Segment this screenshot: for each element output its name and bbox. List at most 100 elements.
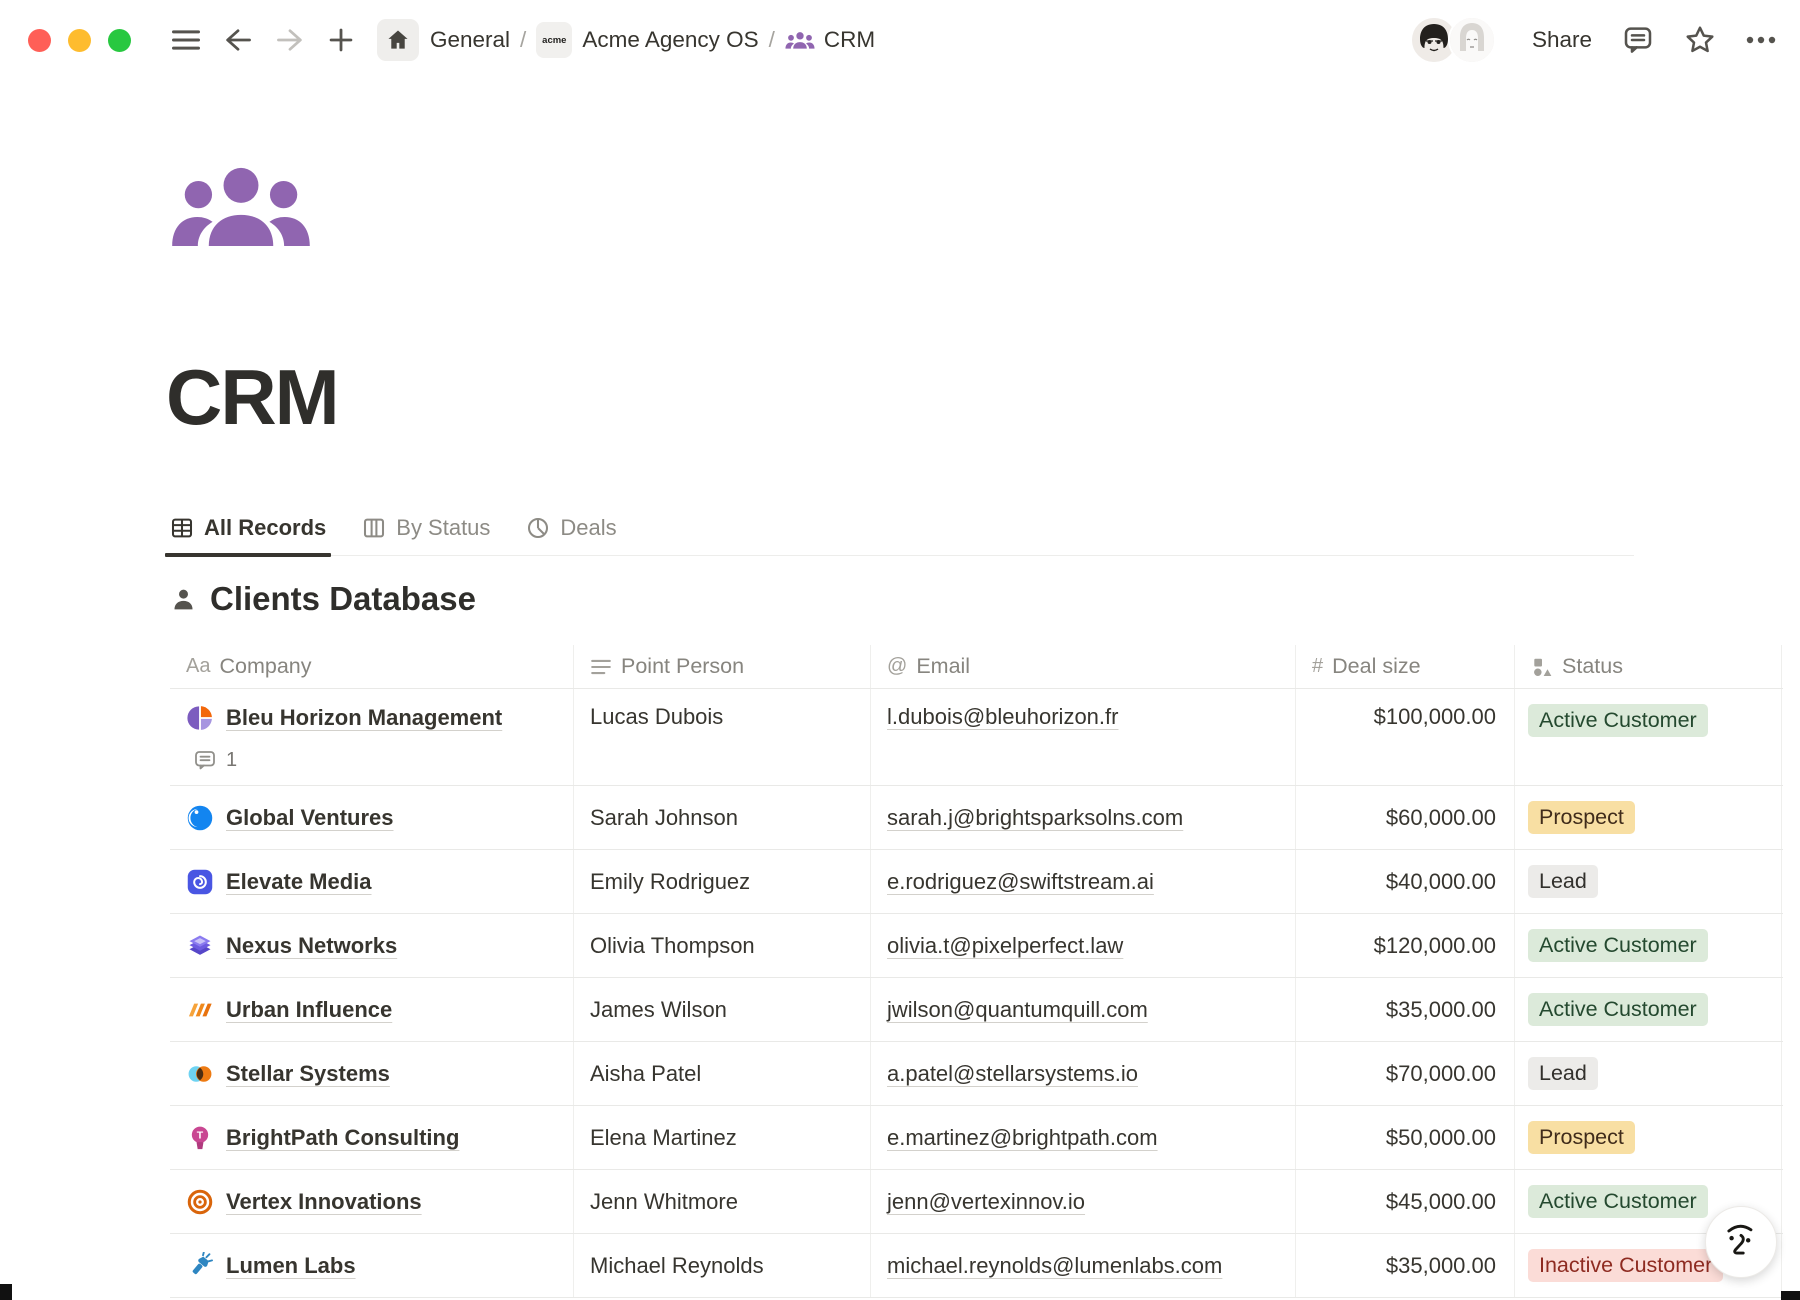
deal-size-cell[interactable]: $60,000.00 bbox=[1296, 786, 1515, 849]
comment-indicator[interactable]: 1 bbox=[193, 748, 237, 772]
email-link[interactable]: l.dubois@bleuhorizon.fr bbox=[887, 704, 1118, 730]
company-link[interactable]: Urban Influence bbox=[186, 996, 392, 1024]
email-cell[interactable]: e.rodriguez@swiftstream.ai bbox=[871, 850, 1296, 913]
ai-face-button[interactable] bbox=[1705, 1206, 1777, 1278]
company-cell[interactable]: TBrightPath Consulting bbox=[170, 1106, 574, 1169]
status-badge[interactable]: Prospect bbox=[1528, 801, 1635, 834]
point-person-cell[interactable]: Emily Rodriguez bbox=[574, 850, 871, 913]
column-header-company[interactable]: Aa Company bbox=[170, 645, 574, 688]
comments-icon[interactable] bbox=[1622, 24, 1654, 56]
sidebar-menu-icon[interactable] bbox=[171, 27, 201, 53]
status-cell[interactable]: Lead bbox=[1515, 850, 1782, 913]
tab-deals[interactable]: Deals bbox=[526, 500, 616, 555]
avatar-collaborator-2[interactable] bbox=[1448, 16, 1496, 64]
breadcrumb-workspace[interactable]: Acme Agency OS bbox=[582, 27, 758, 53]
page-title[interactable]: CRM bbox=[166, 352, 338, 443]
back-arrow-icon[interactable] bbox=[223, 26, 253, 54]
status-cell[interactable]: Active Customer bbox=[1515, 978, 1782, 1041]
email-link[interactable]: e.rodriguez@swiftstream.ai bbox=[887, 869, 1154, 895]
point-person-cell[interactable]: Lucas Dubois bbox=[574, 689, 871, 785]
column-header-status[interactable]: Status bbox=[1515, 645, 1782, 688]
company-cell[interactable]: Urban Influence bbox=[170, 978, 574, 1041]
deal-size-cell[interactable]: $70,000.00 bbox=[1296, 1042, 1515, 1105]
email-cell[interactable]: michael.reynolds@lumenlabs.com bbox=[871, 1234, 1296, 1297]
status-badge[interactable]: Active Customer bbox=[1528, 993, 1708, 1026]
company-cell[interactable]: Vertex Innovations bbox=[170, 1170, 574, 1233]
email-link[interactable]: michael.reynolds@lumenlabs.com bbox=[887, 1253, 1222, 1279]
deal-size-cell[interactable]: $50,000.00 bbox=[1296, 1106, 1515, 1169]
company-name[interactable]: Urban Influence bbox=[226, 997, 392, 1023]
email-cell[interactable]: e.martinez@brightpath.com bbox=[871, 1106, 1296, 1169]
status-badge[interactable]: Prospect bbox=[1528, 1121, 1635, 1154]
forward-arrow-icon[interactable] bbox=[275, 26, 305, 54]
breadcrumb-general[interactable]: General bbox=[430, 27, 510, 53]
zoom-window-button[interactable] bbox=[108, 29, 131, 52]
email-cell[interactable]: sarah.j@brightsparksolns.com bbox=[871, 786, 1296, 849]
new-page-plus-icon[interactable] bbox=[327, 26, 355, 54]
point-person-cell[interactable]: Jenn Whitmore bbox=[574, 1170, 871, 1233]
home-icon[interactable] bbox=[377, 19, 419, 61]
company-name[interactable]: BrightPath Consulting bbox=[226, 1125, 459, 1151]
status-badge[interactable]: Active Customer bbox=[1528, 929, 1708, 962]
column-header-email[interactable]: @ Email bbox=[871, 645, 1296, 688]
point-person-cell[interactable]: James Wilson bbox=[574, 978, 871, 1041]
email-link[interactable]: sarah.j@brightsparksolns.com bbox=[887, 805, 1183, 831]
company-link[interactable]: Bleu Horizon Management bbox=[186, 704, 502, 732]
tab-by-status[interactable]: By Status bbox=[362, 500, 490, 555]
company-link[interactable]: Nexus Networks bbox=[186, 932, 397, 960]
email-link[interactable]: olivia.t@pixelperfect.law bbox=[887, 933, 1123, 959]
company-name[interactable]: Vertex Innovations bbox=[226, 1189, 422, 1215]
more-options-icon[interactable] bbox=[1746, 35, 1776, 45]
company-name[interactable]: Global Ventures bbox=[226, 805, 394, 831]
point-person-cell[interactable]: Sarah Johnson bbox=[574, 786, 871, 849]
point-person-cell[interactable]: Olivia Thompson bbox=[574, 914, 871, 977]
favorite-star-icon[interactable] bbox=[1684, 24, 1716, 56]
column-header-point-person[interactable]: Point Person bbox=[574, 645, 871, 688]
close-window-button[interactable] bbox=[28, 29, 51, 52]
company-link[interactable]: TBrightPath Consulting bbox=[186, 1124, 459, 1152]
status-badge[interactable]: Lead bbox=[1528, 865, 1598, 898]
company-cell[interactable]: Elevate Media bbox=[170, 850, 574, 913]
minimize-window-button[interactable] bbox=[68, 29, 91, 52]
company-link[interactable]: Elevate Media bbox=[186, 868, 372, 896]
column-header-deal-size[interactable]: # Deal size bbox=[1296, 645, 1515, 688]
status-badge[interactable]: Active Customer bbox=[1528, 1185, 1708, 1218]
deal-size-cell[interactable]: $40,000.00 bbox=[1296, 850, 1515, 913]
deal-size-cell[interactable]: $120,000.00 bbox=[1296, 914, 1515, 977]
email-link[interactable]: jenn@vertexinnov.io bbox=[887, 1189, 1085, 1215]
share-button[interactable]: Share bbox=[1532, 27, 1592, 53]
email-link[interactable]: jwilson@quantumquill.com bbox=[887, 997, 1148, 1023]
point-person-cell[interactable]: Aisha Patel bbox=[574, 1042, 871, 1105]
page-people-group-icon[interactable] bbox=[170, 163, 312, 247]
company-name[interactable]: Lumen Labs bbox=[226, 1253, 356, 1279]
deal-size-cell[interactable]: $35,000.00 bbox=[1296, 978, 1515, 1041]
company-link[interactable]: Vertex Innovations bbox=[186, 1188, 422, 1216]
deal-size-cell[interactable]: $45,000.00 bbox=[1296, 1170, 1515, 1233]
deal-size-cell[interactable]: $100,000.00 bbox=[1296, 689, 1515, 785]
email-cell[interactable]: a.patel@stellarsystems.io bbox=[871, 1042, 1296, 1105]
company-link[interactable]: Lumen Labs bbox=[186, 1252, 356, 1280]
deal-size-cell[interactable]: $35,000.00 bbox=[1296, 1234, 1515, 1297]
email-link[interactable]: e.martinez@brightpath.com bbox=[887, 1125, 1158, 1151]
breadcrumb-crm[interactable]: CRM bbox=[785, 27, 875, 53]
status-badge[interactable]: Lead bbox=[1528, 1057, 1598, 1090]
status-cell[interactable]: Active Customer bbox=[1515, 914, 1782, 977]
email-cell[interactable]: jenn@vertexinnov.io bbox=[871, 1170, 1296, 1233]
point-person-cell[interactable]: Michael Reynolds bbox=[574, 1234, 871, 1297]
email-link[interactable]: a.patel@stellarsystems.io bbox=[887, 1061, 1138, 1087]
status-badge[interactable]: Inactive Customer bbox=[1528, 1249, 1723, 1282]
company-name[interactable]: Nexus Networks bbox=[226, 933, 397, 959]
company-name[interactable]: Stellar Systems bbox=[226, 1061, 390, 1087]
company-cell[interactable]: Bleu Horizon Management 1 bbox=[170, 689, 574, 785]
status-cell[interactable]: Prospect bbox=[1515, 1106, 1782, 1169]
email-cell[interactable]: l.dubois@bleuhorizon.fr bbox=[871, 689, 1296, 785]
status-cell[interactable]: Active Customer bbox=[1515, 689, 1782, 785]
company-cell[interactable]: Global Ventures bbox=[170, 786, 574, 849]
status-badge[interactable]: Active Customer bbox=[1528, 704, 1708, 737]
company-cell[interactable]: Lumen Labs bbox=[170, 1234, 574, 1297]
tab-all-records[interactable]: All Records bbox=[170, 500, 326, 555]
company-name[interactable]: Bleu Horizon Management bbox=[226, 705, 502, 731]
status-cell[interactable]: Prospect bbox=[1515, 786, 1782, 849]
company-cell[interactable]: Nexus Networks bbox=[170, 914, 574, 977]
database-title[interactable]: Clients Database bbox=[210, 580, 476, 618]
